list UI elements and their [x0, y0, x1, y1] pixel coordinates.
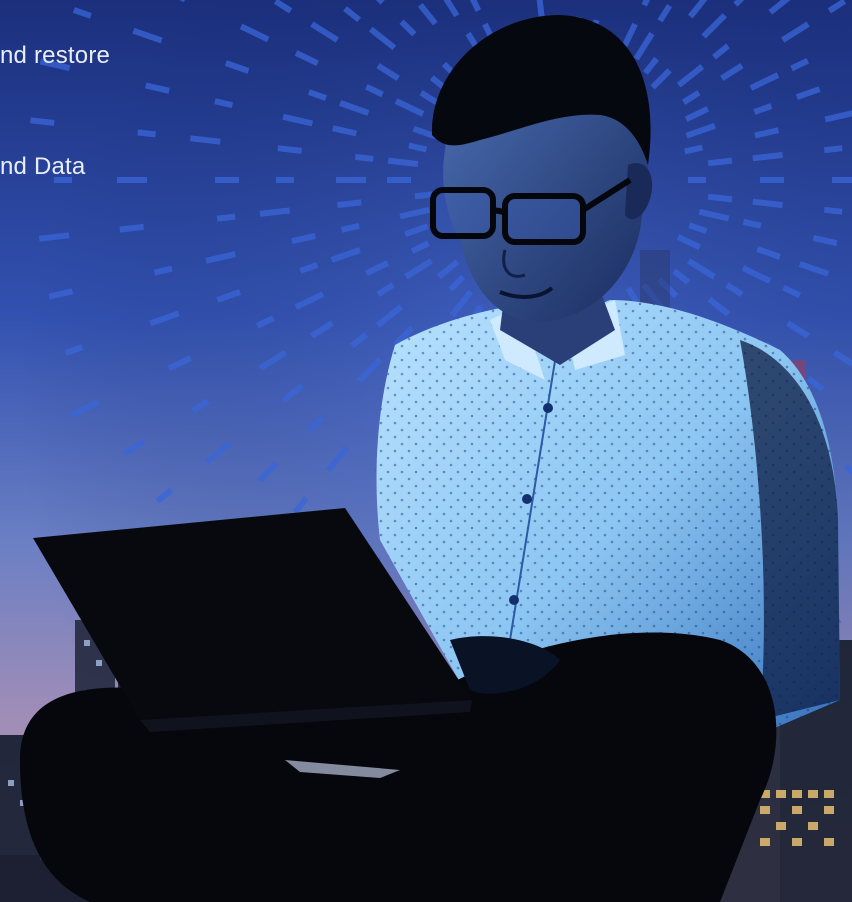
ray-dash — [354, 153, 374, 162]
ray-dash — [707, 193, 733, 203]
ray-dash — [752, 151, 783, 162]
ray-dash — [340, 222, 360, 233]
hero-banner: nd restore nd Data — [0, 0, 852, 902]
ray-dash — [387, 157, 419, 167]
shirt-button — [543, 403, 553, 413]
ray-dash — [216, 213, 236, 222]
ray-dash — [823, 206, 843, 215]
ray-dash — [408, 142, 428, 153]
ray-dash — [38, 232, 70, 242]
ray-dash — [153, 265, 173, 276]
ray-dash — [752, 198, 783, 209]
ray-dash — [414, 191, 434, 200]
ray-dash — [742, 218, 762, 229]
ray-dash — [259, 207, 291, 217]
ray-dash — [823, 145, 843, 154]
ray-dash — [337, 199, 362, 209]
ray-dash — [707, 157, 733, 167]
ray-dash — [684, 144, 703, 155]
hero-text-line: nd restore — [0, 42, 111, 69]
hero-text-line: nd Data — [0, 153, 86, 180]
hero-text: nd restore nd Data — [0, 0, 320, 200]
ray-dash — [119, 223, 144, 233]
